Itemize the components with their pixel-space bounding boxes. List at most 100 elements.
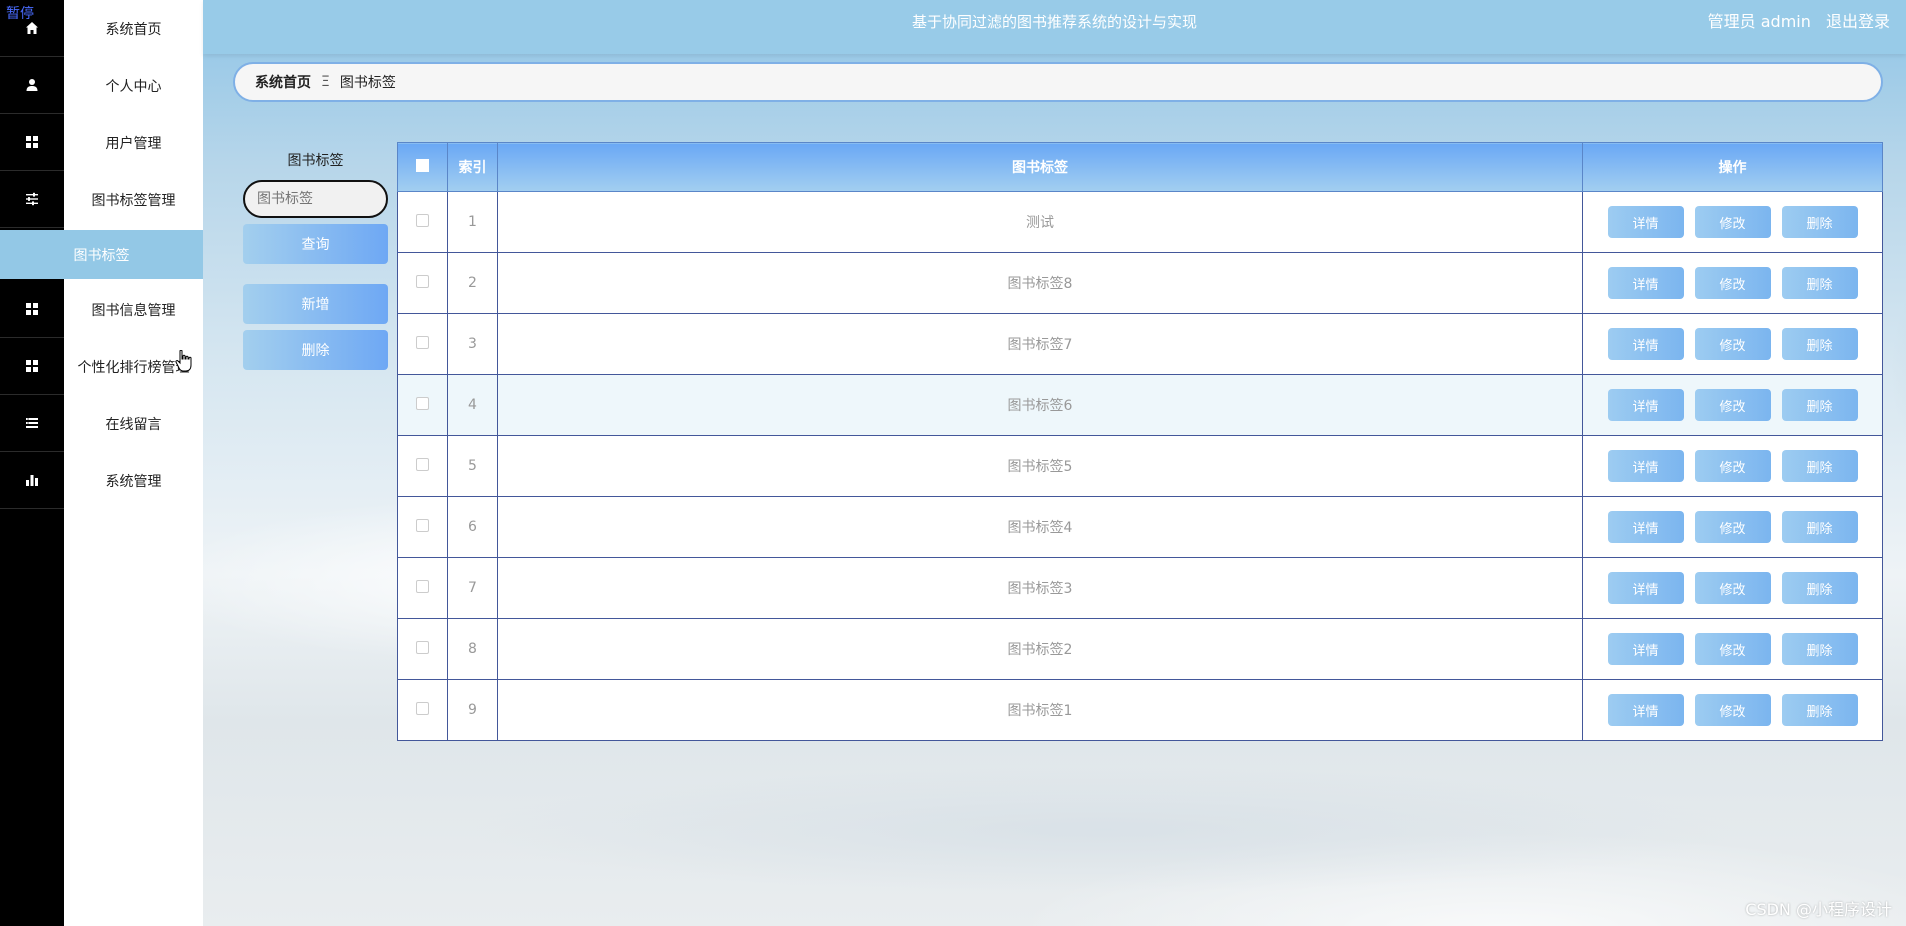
- sidebar-item-tag-management[interactable]: 图书标签管理: [64, 171, 203, 228]
- row-check-cell: [397, 618, 448, 680]
- sidebar-subitem-book-tags[interactable]: 图书标签: [0, 230, 203, 279]
- table-row: 2 图书标签8 详情 修改 删除: [397, 252, 1883, 314]
- breadcrumb-separator: Ξ: [321, 74, 330, 90]
- rail-item-users[interactable]: [0, 114, 64, 171]
- detail-button[interactable]: 详情: [1607, 450, 1684, 482]
- row-actions: 详情 修改 删除: [1582, 252, 1883, 314]
- edit-button[interactable]: 修改: [1694, 511, 1771, 543]
- edit-button[interactable]: 修改: [1694, 572, 1771, 604]
- delete-button[interactable]: 删除: [1781, 633, 1858, 665]
- pause-label: 暂停: [6, 6, 34, 22]
- row-tag: 图书标签6: [497, 374, 1583, 436]
- select-all-header: [397, 142, 448, 192]
- row-actions: 详情 修改 删除: [1582, 618, 1883, 680]
- row-index: 6: [447, 496, 498, 558]
- edit-button[interactable]: 修改: [1694, 450, 1771, 482]
- edit-button[interactable]: 修改: [1694, 328, 1771, 360]
- detail-button[interactable]: 详情: [1607, 389, 1684, 421]
- query-button[interactable]: 查询: [243, 224, 388, 264]
- row-check-cell: [397, 191, 448, 253]
- table-header-row: 索引 图书标签 操作: [397, 142, 1883, 192]
- detail-button[interactable]: 详情: [1607, 206, 1684, 238]
- icon-rail: [0, 0, 64, 926]
- batch-delete-button[interactable]: 删除: [243, 330, 388, 370]
- rail-item-ranking[interactable]: [0, 338, 64, 395]
- delete-button[interactable]: 删除: [1781, 389, 1858, 421]
- search-input[interactable]: [243, 180, 388, 218]
- delete-button[interactable]: 删除: [1781, 572, 1858, 604]
- row-checkbox[interactable]: [416, 701, 429, 715]
- row-check-cell: [397, 435, 448, 497]
- rail-item-tags[interactable]: [0, 171, 64, 228]
- watermark: CSDN @小程序设计: [1745, 900, 1892, 919]
- tag-table: 索引 图书标签 操作 1 测试 详情 修改 删除 2 图书标签8 详情 修改 删除 3 图书标签7 详情…: [397, 142, 1883, 741]
- row-checkbox[interactable]: [416, 579, 429, 593]
- row-tag: 图书标签2: [497, 618, 1583, 680]
- row-checkbox[interactable]: [416, 396, 429, 410]
- delete-button[interactable]: 删除: [1781, 511, 1858, 543]
- row-actions: 详情 修改 删除: [1582, 557, 1883, 619]
- search-panel: 图书标签 查询 新增 删除: [243, 150, 388, 370]
- sidebar-item-system[interactable]: 系统管理: [64, 452, 203, 509]
- detail-button[interactable]: 详情: [1607, 267, 1684, 299]
- delete-button[interactable]: 删除: [1781, 450, 1858, 482]
- delete-button[interactable]: 删除: [1781, 694, 1858, 726]
- detail-button[interactable]: 详情: [1607, 633, 1684, 665]
- edit-button[interactable]: 修改: [1694, 389, 1771, 421]
- rail-item-books[interactable]: [0, 281, 64, 338]
- row-tag: 图书标签1: [497, 679, 1583, 741]
- row-checkbox[interactable]: [416, 457, 429, 471]
- row-check-cell: [397, 313, 448, 375]
- table-row: 9 图书标签1 详情 修改 删除: [397, 679, 1883, 741]
- delete-button[interactable]: 删除: [1781, 328, 1858, 360]
- detail-button[interactable]: 详情: [1607, 694, 1684, 726]
- row-index: 5: [447, 435, 498, 497]
- sidebar-item-home[interactable]: 系统首页: [64, 0, 203, 57]
- row-check-cell: [397, 496, 448, 558]
- user-icon: [26, 79, 38, 91]
- top-header: 基于协同过滤的图书推荐系统的设计与实现 管理员 admin 退出登录: [203, 0, 1906, 54]
- logout-link[interactable]: 退出登录: [1826, 12, 1890, 31]
- breadcrumb-home[interactable]: 系统首页: [255, 72, 311, 92]
- detail-button[interactable]: 详情: [1607, 572, 1684, 604]
- table-row: 6 图书标签4 详情 修改 删除: [397, 496, 1883, 558]
- edit-button[interactable]: 修改: [1694, 206, 1771, 238]
- row-checkbox[interactable]: [416, 518, 429, 532]
- breadcrumb: 系统首页 Ξ 图书标签: [233, 62, 1883, 102]
- row-checkbox[interactable]: [416, 335, 429, 349]
- sidebar-item-messages[interactable]: 在线留言: [64, 395, 203, 452]
- table-row: 4 图书标签6 详情 修改 删除: [397, 374, 1883, 436]
- edit-button[interactable]: 修改: [1694, 633, 1771, 665]
- sidebar-item-book-info[interactable]: 图书信息管理: [64, 281, 203, 338]
- row-check-cell: [397, 557, 448, 619]
- delete-button[interactable]: 删除: [1781, 267, 1858, 299]
- table-row: 3 图书标签7 详情 修改 删除: [397, 313, 1883, 375]
- delete-button[interactable]: 删除: [1781, 206, 1858, 238]
- detail-button[interactable]: 详情: [1607, 511, 1684, 543]
- row-checkbox[interactable]: [416, 274, 429, 288]
- rail-item-profile[interactable]: [0, 57, 64, 114]
- select-all-checkbox[interactable]: [416, 158, 429, 172]
- sidebar-item-users[interactable]: 用户管理: [64, 114, 203, 171]
- row-index: 9: [447, 679, 498, 741]
- column-header-index: 索引: [447, 142, 498, 192]
- row-checkbox[interactable]: [416, 640, 429, 654]
- detail-button[interactable]: 详情: [1607, 328, 1684, 360]
- edit-button[interactable]: 修改: [1694, 267, 1771, 299]
- row-tag: 图书标签8: [497, 252, 1583, 314]
- edit-button[interactable]: 修改: [1694, 694, 1771, 726]
- row-checkbox[interactable]: [416, 213, 429, 227]
- sidebar-item-profile[interactable]: 个人中心: [64, 57, 203, 114]
- app-title: 基于协同过滤的图书推荐系统的设计与实现: [911, 13, 1197, 31]
- column-header-tag: 图书标签: [497, 142, 1583, 192]
- row-index: 8: [447, 618, 498, 680]
- row-check-cell: [397, 679, 448, 741]
- grid-icon: [26, 303, 38, 315]
- rail-item-messages[interactable]: [0, 395, 64, 452]
- row-index: 1: [447, 191, 498, 253]
- row-actions: 详情 修改 删除: [1582, 313, 1883, 375]
- rail-item-system[interactable]: [0, 452, 64, 509]
- row-actions: 详情 修改 删除: [1582, 191, 1883, 253]
- row-index: 2: [447, 252, 498, 314]
- add-button[interactable]: 新增: [243, 284, 388, 324]
